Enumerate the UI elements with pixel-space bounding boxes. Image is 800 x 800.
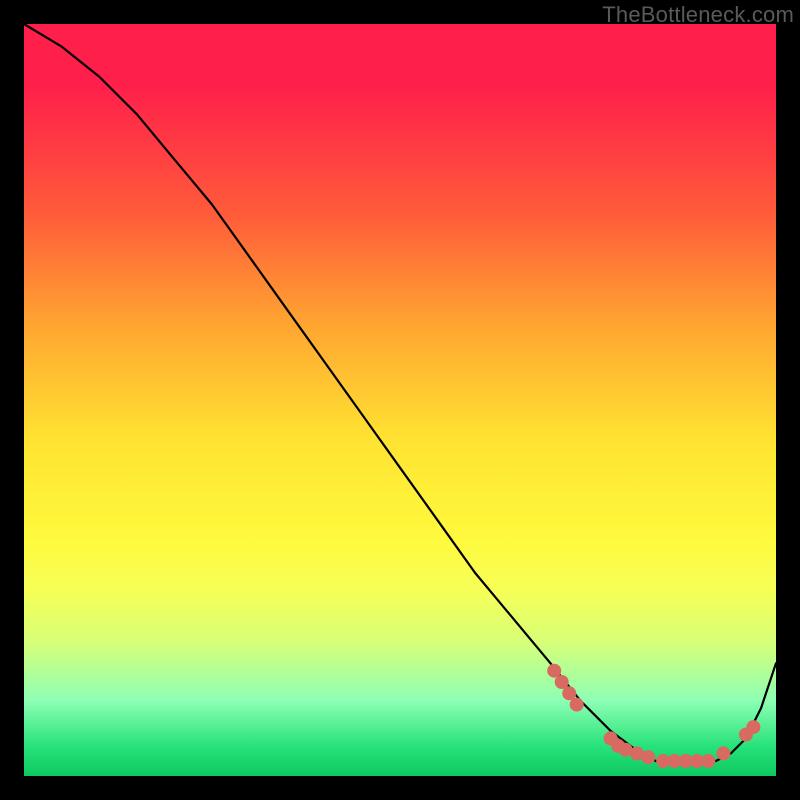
data-marker [641,750,655,764]
data-marker [570,698,584,712]
markers-group [547,664,760,768]
data-marker [746,720,760,734]
plot-area [24,24,776,776]
data-marker [716,746,730,760]
watermark-text: TheBottleneck.com [602,2,794,28]
chart-svg [24,24,776,776]
curve-line [24,24,776,761]
chart-frame: TheBottleneck.com [0,0,800,800]
data-marker [701,754,715,768]
